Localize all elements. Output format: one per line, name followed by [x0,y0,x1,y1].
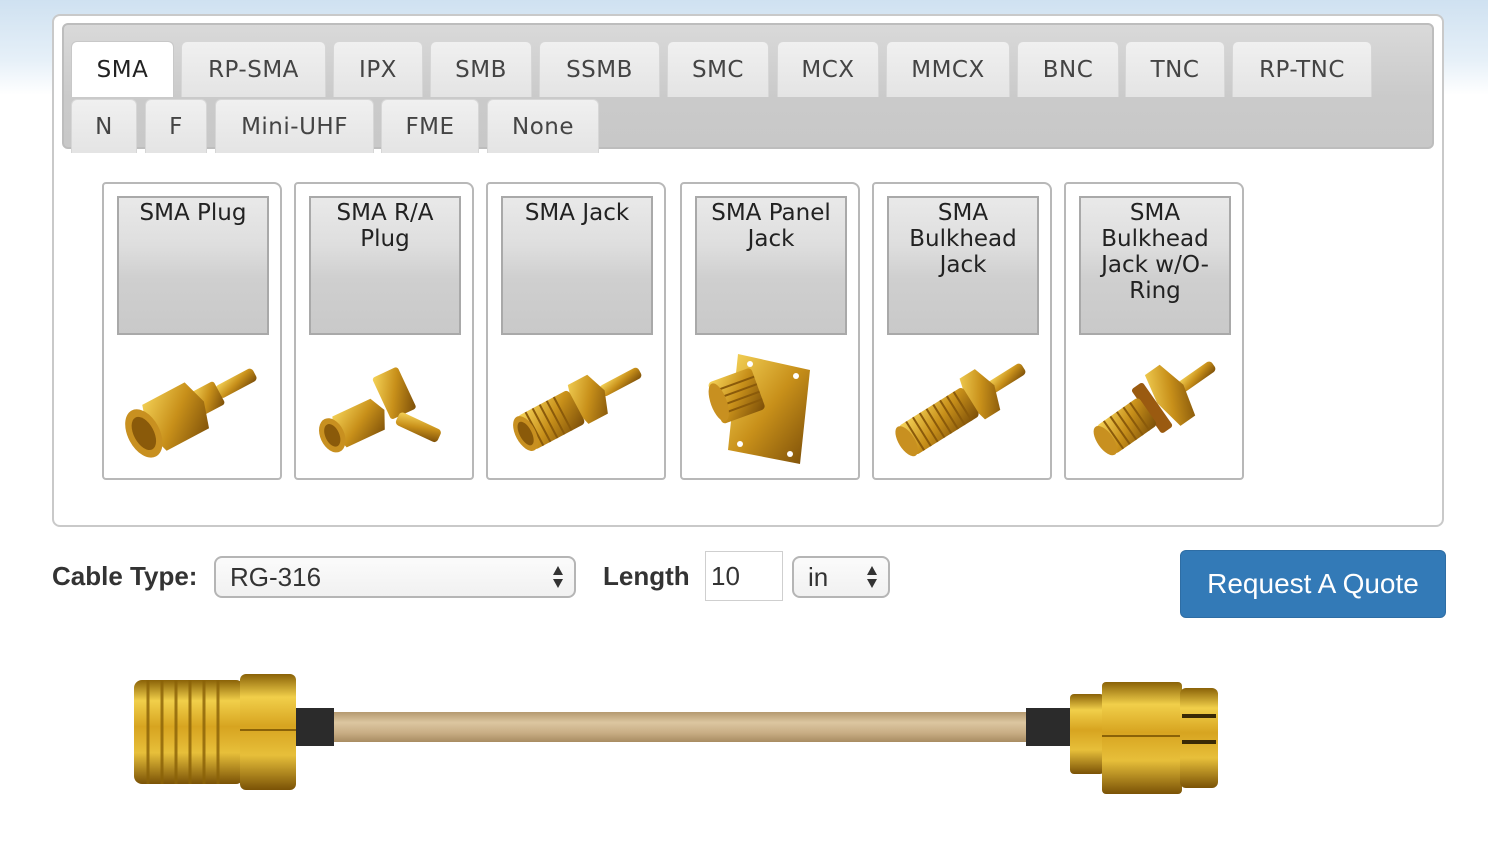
right-sma-plug-connector [1070,682,1218,794]
length-unit-select[interactable]: in [792,556,890,598]
variant-card-sma-bulkhead-jack-oring[interactable]: SMA Bulkhead Jack w/O-Ring [1064,182,1244,480]
select-arrows-icon [553,566,563,588]
tab-bnc[interactable]: BNC [1017,41,1119,97]
length-label: Length [603,561,690,591]
length-input[interactable]: 10 [705,551,783,601]
tab-mmcx[interactable]: MMCX [886,41,1010,97]
cable-jacket [330,712,1030,742]
tab-rp-tnc[interactable]: RP-TNC [1232,41,1372,97]
variant-label: SMA Plug [117,196,269,335]
tab-n[interactable]: N [71,99,137,153]
cable-type-select[interactable]: RG-316 [214,556,576,598]
sma-plug-connector-photo [125,368,257,458]
left-heatshrink [290,708,334,746]
variant-card-sma-ra-plug[interactable]: SMA R/A Plug [294,182,474,480]
tab-rp-sma[interactable]: RP-SMA [181,41,326,97]
connector-tab-bar: SMA RP-SMA IPX SMB SSMB SMC MCX MMCX BNC… [62,23,1434,153]
variant-label: SMA Panel Jack [695,196,847,335]
variant-label: SMA Bulkhead Jack w/O-Ring [1079,196,1231,335]
right-heatshrink [1026,708,1072,746]
sma-jack-connector-photo [513,367,642,451]
tab-tnc[interactable]: TNC [1125,41,1225,97]
variant-card-sma-bulkhead-jack[interactable]: SMA Bulkhead Jack [872,182,1052,480]
cable-type-label: Cable Type: [52,561,198,591]
left-sma-jack-connector [134,674,296,790]
sma-right-angle-plug-connector-photo [319,367,441,453]
variant-card-sma-jack[interactable]: SMA Jack [486,182,666,480]
tab-ipx[interactable]: IPX [333,41,423,97]
variant-label: SMA Bulkhead Jack [887,196,1039,335]
tab-f[interactable]: F [145,99,207,153]
tab-mcx[interactable]: MCX [777,41,879,97]
request-quote-button[interactable]: Request A Quote [1180,550,1446,618]
variant-card-sma-plug[interactable]: SMA Plug [102,182,282,480]
sma-bulkhead-jack-connector-photo [895,363,1026,457]
tab-ssmb[interactable]: SSMB [539,41,660,97]
tab-smc[interactable]: SMC [667,41,769,97]
tab-sma[interactable]: SMA [71,41,174,97]
tab-none[interactable]: None [487,99,599,153]
sma-panel-jack-connector-photo [708,354,810,464]
variant-card-sma-panel-jack[interactable]: SMA Panel Jack [680,182,860,480]
variant-label: SMA R/A Plug [309,196,461,335]
variant-label: SMA Jack [501,196,653,335]
connector-selector-panel: SMA RP-SMA IPX SMB SSMB SMC MCX MMCX BNC… [52,14,1444,527]
tab-mini-uhf[interactable]: Mini-UHF [215,99,374,153]
sma-bulkhead-jack-oring-connector-photo [1093,361,1216,456]
length-unit-value: in [808,562,829,592]
tab-smb[interactable]: SMB [430,41,532,97]
cable-assembly-preview [134,674,1218,794]
select-arrows-icon [867,566,877,588]
tab-fme[interactable]: FME [381,99,479,153]
cable-type-value: RG-316 [230,562,322,592]
